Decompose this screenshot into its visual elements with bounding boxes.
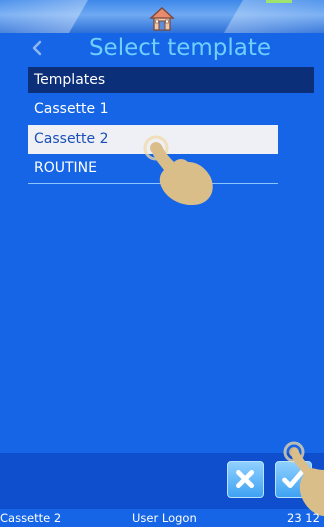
pointing-hand-icon [143,135,213,206]
footer-current-template: Cassette 2 [0,511,62,525]
top-bar-shine [0,0,110,33]
cancel-button[interactable] [227,461,264,498]
templates-list-header: Templates [28,67,314,93]
template-item-cassette-1[interactable]: Cassette 1 [28,95,278,124]
cancel-icon [236,470,255,489]
top-bar-shine [205,0,324,33]
header: Select template [0,33,324,63]
home-icon[interactable] [149,6,175,32]
status-indicator [266,0,292,3]
footer-user-status[interactable]: User Logon [132,509,197,527]
pointing-hand-icon [283,441,324,516]
back-icon[interactable] [26,35,48,61]
footer-time: 23 12 [287,511,320,525]
page-title: Select template [88,35,272,61]
top-bar [0,0,324,33]
status-footer: Cassette 2 User Logon 23 12 [0,509,324,527]
